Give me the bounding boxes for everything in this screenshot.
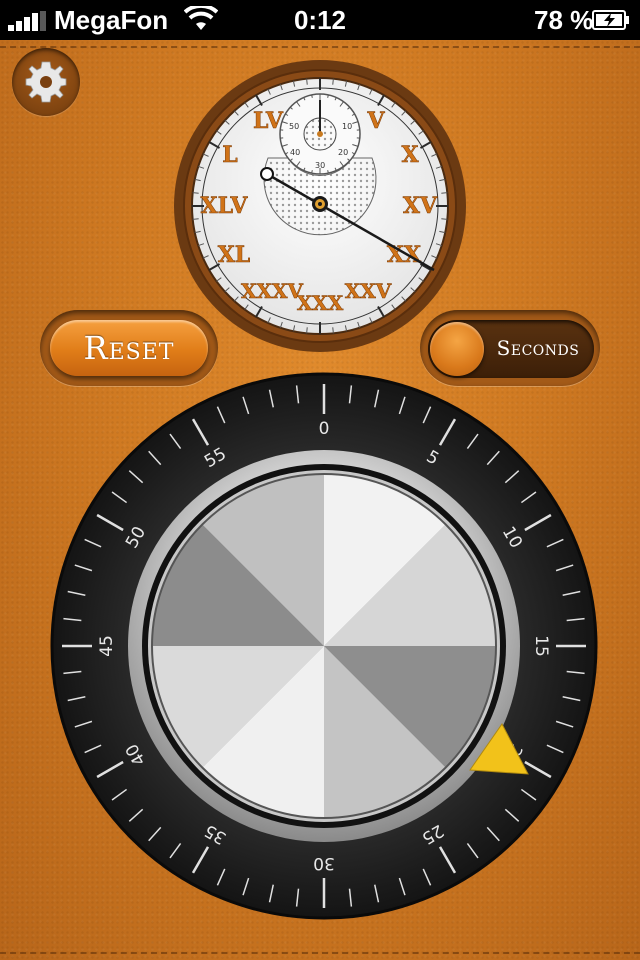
subdial-label-50: 50 [289, 122, 299, 131]
numeral-xxxv: XXXV [241, 279, 304, 303]
battery-charging-icon [592, 10, 629, 30]
stopwatch-tick [332, 327, 334, 334]
settings-button[interactable] [12, 48, 80, 116]
status-bar: MegaFon 0:12 78 % [0, 0, 640, 40]
numeral-xl: XL [218, 242, 251, 268]
top-stitching [0, 46, 640, 48]
numeral-lv: LV [253, 108, 284, 134]
dial-label-0: 0 [319, 419, 330, 439]
dial-label-45: 45 [97, 635, 117, 657]
numeral-xxv: XXV [345, 279, 392, 303]
reset-button[interactable]: Reset [50, 320, 208, 376]
subdial-label-40: 40 [290, 148, 300, 157]
stopwatch-tick [306, 78, 308, 85]
numeral-x: X [401, 142, 419, 168]
subdial-tick [327, 170, 329, 174]
numeral-xv: XV [403, 193, 438, 219]
stopwatch-tick [306, 327, 308, 334]
app-screen: MegaFon 0:12 78 % 10 20 30 40 50 LV V X … [0, 0, 640, 960]
numeral-xxx: XXX [297, 291, 344, 315]
mode-toggle-label: Seconds [496, 336, 580, 360]
stopwatch-tick [441, 192, 448, 194]
gear-icon [25, 61, 67, 103]
numeral-l: L [222, 142, 237, 168]
stopwatch-tick [332, 78, 334, 85]
stopwatch-face: 10 20 30 40 50 LV V X XV XX XXV XXX XXXV… [174, 60, 466, 352]
dial-label-30: 30 [313, 853, 335, 873]
timer-knob[interactable] [151, 473, 497, 819]
stopwatch-tick [192, 192, 199, 194]
subdial-tick [311, 94, 313, 98]
timer-dial[interactable]: 0510152025303540455055 [50, 372, 598, 920]
dial-label-15: 15 [531, 635, 551, 657]
stopwatch-tick [441, 218, 448, 220]
stopwatch-tick [192, 218, 199, 220]
numeral-v: V [366, 108, 385, 134]
subdial-label-20: 20 [338, 148, 348, 157]
subdial-tick [311, 170, 313, 174]
subdial-label-10: 10 [342, 122, 352, 131]
subdial-label-30: 30 [315, 161, 325, 170]
subdial-tick [327, 94, 329, 98]
bottom-stitching [0, 952, 640, 954]
numeral-xlv: XLV [201, 193, 249, 219]
mode-toggle-knob[interactable] [430, 322, 484, 376]
battery-percent: 78 % [534, 5, 594, 35]
